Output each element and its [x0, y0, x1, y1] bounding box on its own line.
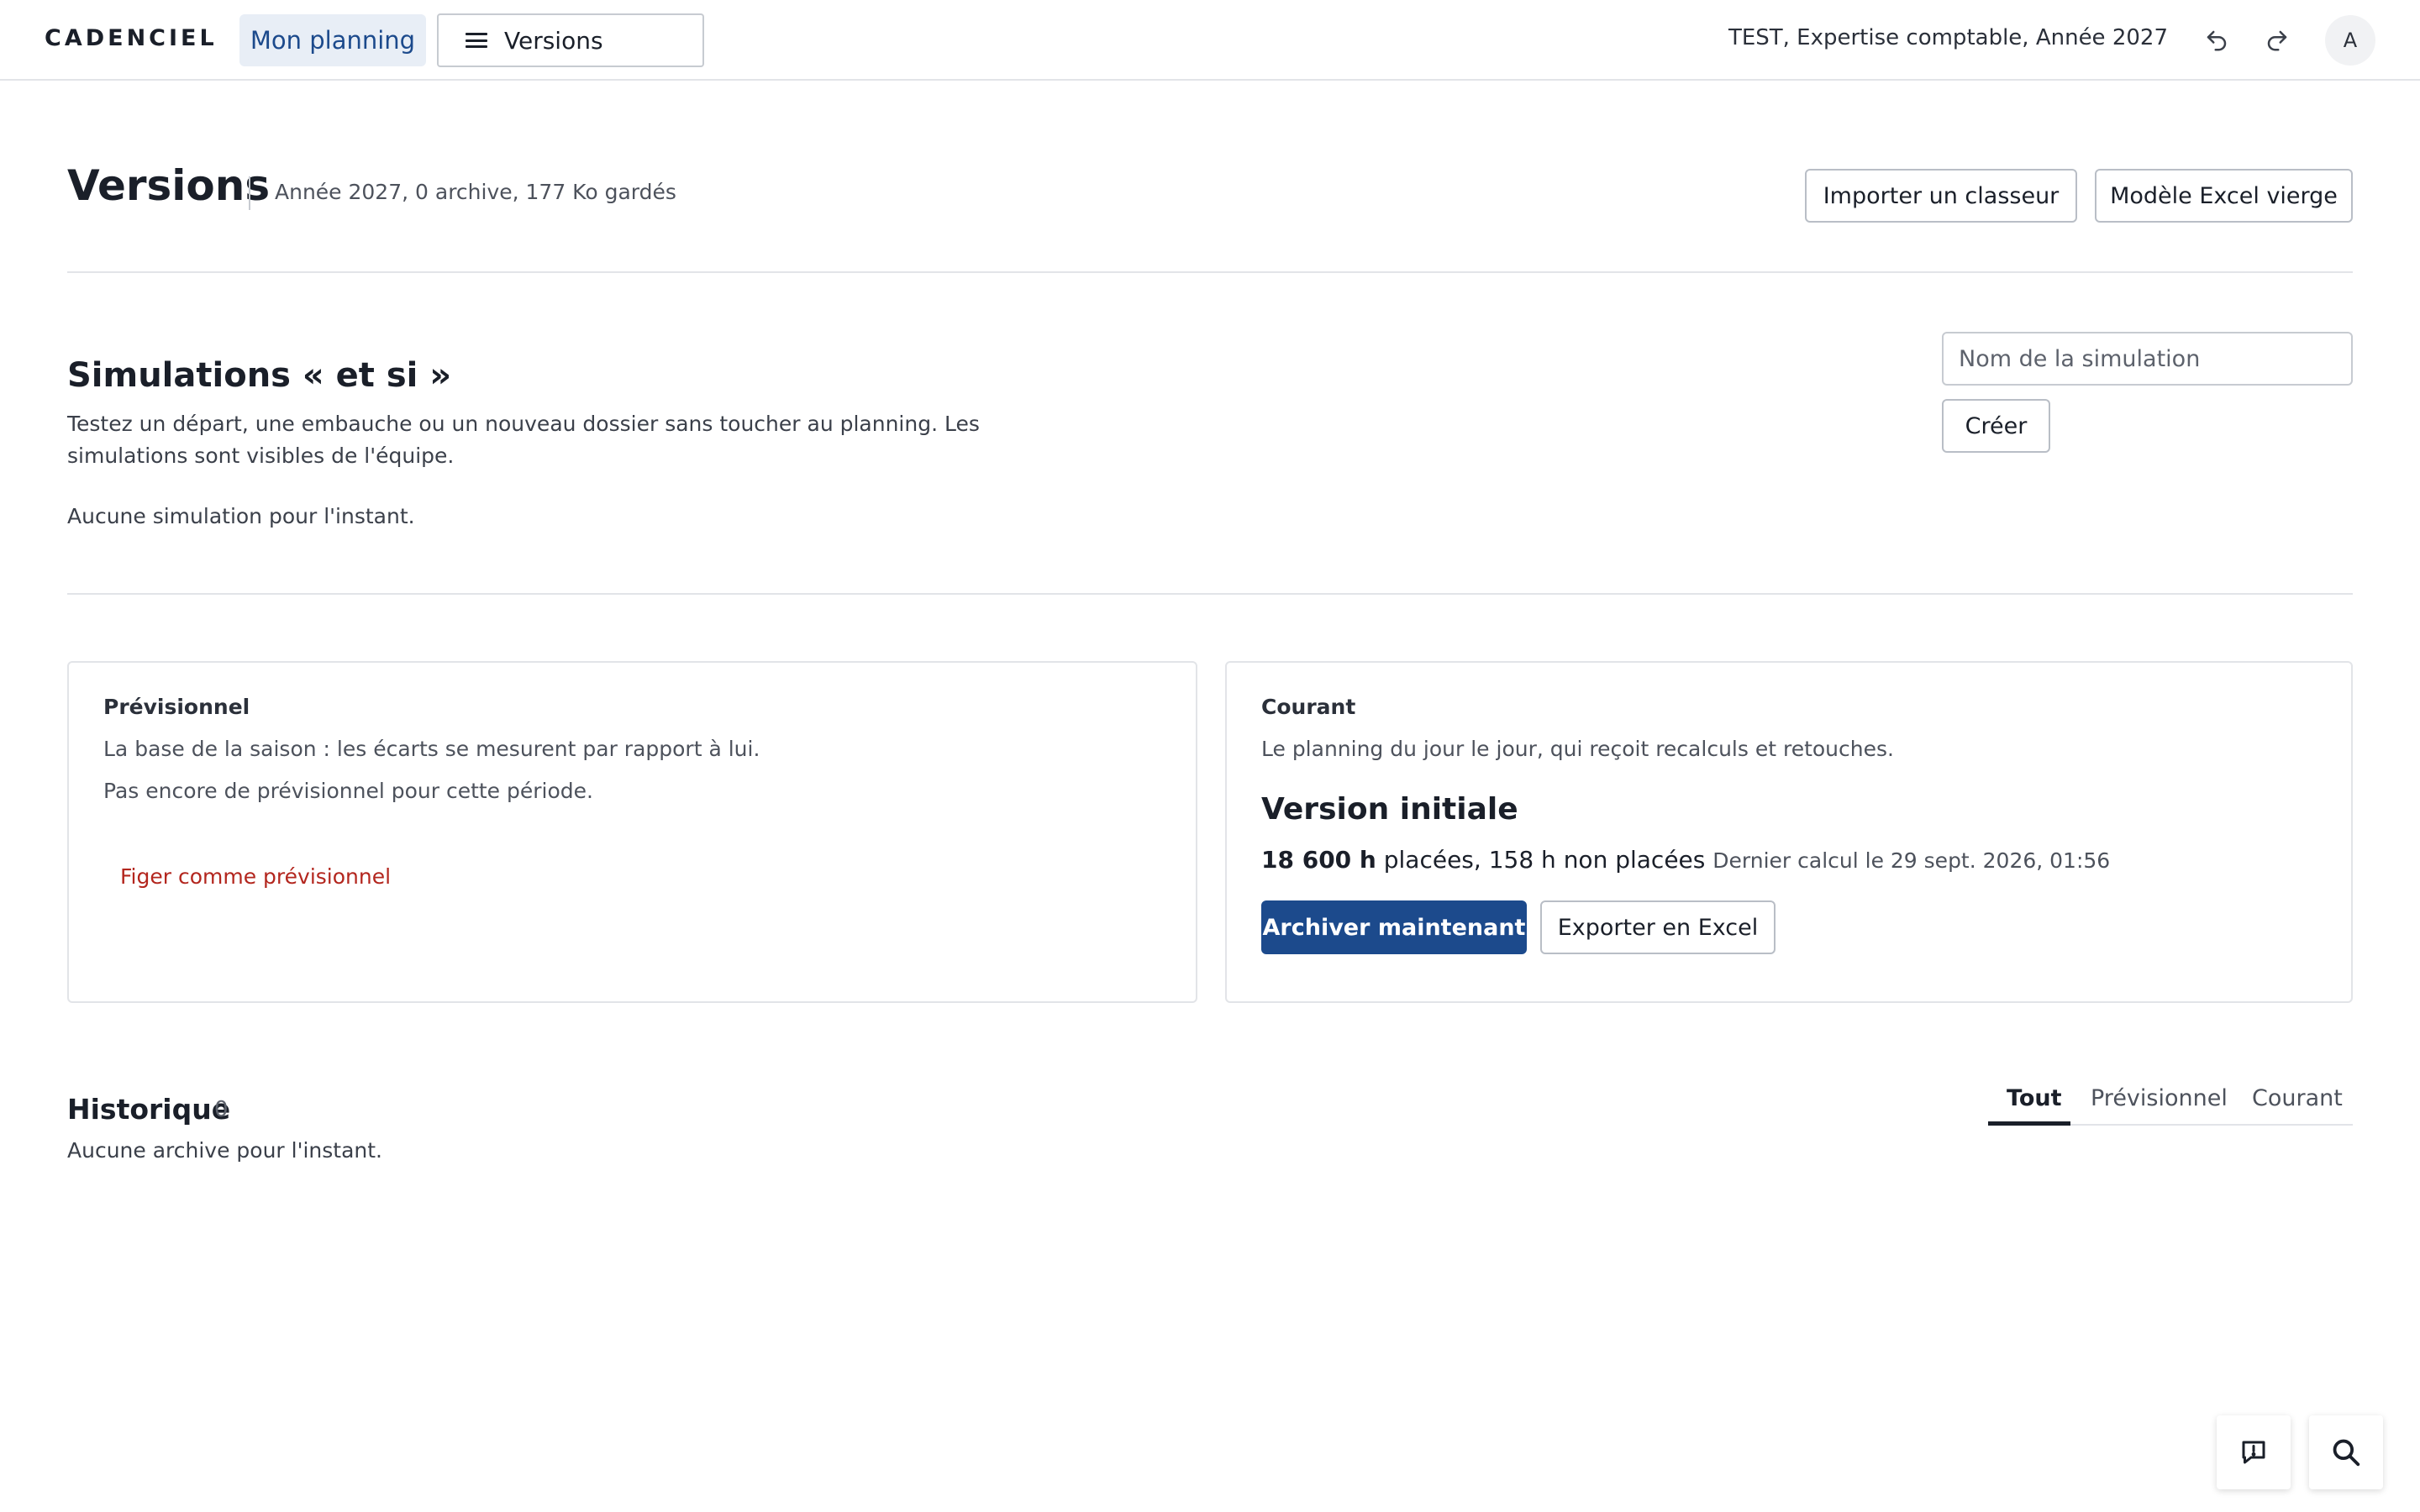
user-avatar[interactable]: A	[2325, 15, 2375, 66]
active-tab-indicator	[1988, 1121, 2070, 1126]
feedback-button[interactable]	[2217, 1415, 2291, 1489]
forecast-description: La base de la saison : les écarts se mes…	[103, 737, 760, 761]
undo-button[interactable]	[2196, 20, 2237, 60]
redo-icon	[2267, 30, 2287, 51]
brand-logo[interactable]: CADENCIEL	[45, 25, 218, 51]
create-simulation-button[interactable]: Créer	[1942, 399, 2050, 453]
hours-placed: 18 600 h	[1261, 846, 1376, 874]
simulations-empty-state: Aucune simulation pour l'instant.	[67, 504, 415, 528]
tab-all[interactable]: Tout	[2007, 1085, 2062, 1111]
search-icon	[2333, 1439, 2360, 1467]
simulations-title: Simulations « et si »	[67, 356, 452, 395]
divider	[67, 271, 2353, 273]
page-title: Versions	[67, 161, 271, 210]
export-excel-button[interactable]: Exporter en Excel	[1540, 900, 1776, 954]
hours-rest: placées, 158 h non placées	[1383, 846, 1706, 874]
nav-versions-label: Versions	[504, 26, 603, 55]
current-card: Courant Le planning du jour le jour, qui…	[1225, 661, 2353, 1003]
redo-button[interactable]	[2257, 20, 2297, 60]
title-divider	[249, 176, 250, 210]
page-meta: Année 2027, 0 archive, 177 Ko gardés	[275, 180, 676, 204]
freeze-as-forecast-link[interactable]: Figer comme prévisionnel	[120, 864, 391, 889]
version-stats: 18 600 h placées, 158 h non placées Dern…	[1261, 846, 2110, 874]
feedback-icon	[2242, 1441, 2265, 1464]
top-bar: CADENCIEL Mon planning Versions TEST, Ex…	[0, 0, 2420, 81]
current-label: Courant	[1261, 695, 1356, 719]
search-button[interactable]	[2309, 1415, 2383, 1489]
nav-my-planning[interactable]: Mon planning	[239, 14, 426, 66]
forecast-card: Prévisionnel La base de la saison : les …	[67, 661, 1197, 1003]
history-title: Historique	[67, 1093, 231, 1126]
version-title: Version initiale	[1261, 792, 1518, 827]
forecast-empty-state: Pas encore de prévisionnel pour cette pé…	[103, 779, 593, 803]
simulation-name-input[interactable]	[1942, 332, 2353, 386]
undo-icon	[2207, 30, 2227, 51]
nav-versions-menu[interactable]: Versions	[437, 13, 704, 67]
history-empty-state: Aucune archive pour l'instant.	[67, 1138, 382, 1163]
context-label: TEST, Expertise comptable, Année 2027	[1728, 25, 2168, 50]
simulations-description: Testez un départ, une embauche ou un nou…	[67, 412, 980, 468]
history-count: 0	[214, 1097, 229, 1122]
archive-now-button[interactable]: Archiver maintenant	[1261, 900, 1527, 954]
divider	[67, 593, 2353, 595]
forecast-label: Prévisionnel	[103, 695, 250, 719]
tab-current[interactable]: Courant	[2252, 1085, 2343, 1111]
import-workbook-button[interactable]: Importer un classeur	[1805, 169, 2077, 223]
blank-excel-template-button[interactable]: Modèle Excel vierge	[2095, 169, 2353, 223]
last-calculation: Dernier calcul le 29 sept. 2026, 01:56	[1712, 848, 2111, 873]
menu-icon	[466, 33, 487, 48]
current-description: Le planning du jour le jour, qui reçoit …	[1261, 737, 1894, 761]
tab-forecast[interactable]: Prévisionnel	[2091, 1085, 2228, 1111]
history-filter-tabs: Tout Prévisionnel Courant	[1988, 1075, 2353, 1126]
